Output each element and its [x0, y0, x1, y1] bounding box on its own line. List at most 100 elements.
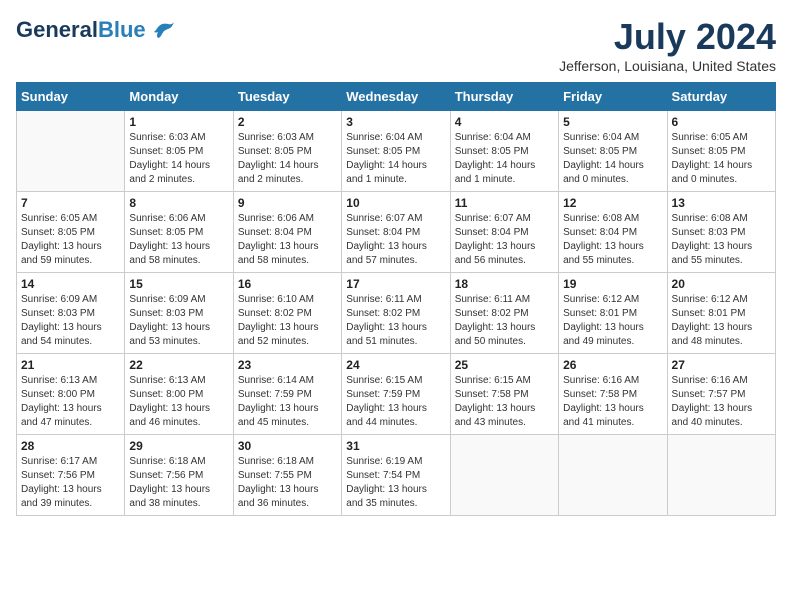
weekday-header-friday: Friday [559, 83, 667, 111]
day-number: 1 [129, 115, 228, 129]
day-cell: 2 Sunrise: 6:03 AM Sunset: 8:05 PM Daylig… [233, 111, 341, 192]
day-info: Sunrise: 6:09 AM Sunset: 8:03 PM Dayligh… [21, 293, 120, 349]
logo-blue: Blue [98, 17, 146, 42]
day-info: Sunrise: 6:03 AM Sunset: 8:05 PM Dayligh… [238, 131, 337, 187]
day-cell: 16Sunrise: 6:10 AM Sunset: 8:02 PM Dayli… [233, 273, 341, 354]
day-number: 7 [21, 196, 120, 210]
day-number: 29 [129, 439, 228, 453]
day-info: Sunrise: 6:11 AM Sunset: 8:02 PM Dayligh… [346, 293, 445, 349]
day-info: Sunrise: 6:16 AM Sunset: 7:58 PM Dayligh… [563, 374, 662, 430]
day-number: 2 [238, 115, 337, 129]
day-number: 30 [238, 439, 337, 453]
logo-general: General [16, 17, 98, 42]
day-info: Sunrise: 6:04 AM Sunset: 8:05 PM Dayligh… [563, 131, 662, 187]
week-row-3: 14 Sunrise: 6:09 AM Sunset: 8:03 PM Dayli… [17, 273, 776, 354]
day-cell: 9Sunrise: 6:06 AM Sunset: 8:04 PM Daylig… [233, 192, 341, 273]
day-info: Sunrise: 6:15 AM Sunset: 7:58 PM Dayligh… [455, 374, 554, 430]
weekday-header-tuesday: Tuesday [233, 83, 341, 111]
day-cell: 14 Sunrise: 6:09 AM Sunset: 8:03 PM Dayli… [17, 273, 125, 354]
logo: GeneralBlue [16, 16, 178, 44]
day-info: Sunrise: 6:13 AM Sunset: 8:00 PM Dayligh… [21, 374, 120, 430]
day-cell: 7 Sunrise: 6:05 AM Sunset: 8:05 PM Daylig… [17, 192, 125, 273]
day-info: Sunrise: 6:06 AM Sunset: 8:04 PM Dayligh… [238, 212, 337, 268]
day-cell: 21 Sunrise: 6:13 AM Sunset: 8:00 PM Dayli… [17, 354, 125, 435]
day-cell [559, 435, 667, 516]
day-cell: 28Sunrise: 6:17 AM Sunset: 7:56 PM Dayli… [17, 435, 125, 516]
day-cell: 11Sunrise: 6:07 AM Sunset: 8:04 PM Dayli… [450, 192, 558, 273]
day-info: Sunrise: 6:18 AM Sunset: 7:55 PM Dayligh… [238, 455, 337, 511]
day-cell: 5 Sunrise: 6:04 AM Sunset: 8:05 PM Daylig… [559, 111, 667, 192]
day-number: 11 [455, 196, 554, 210]
day-number: 13 [672, 196, 771, 210]
day-cell: 31 Sunrise: 6:19 AM Sunset: 7:54 PM Dayli… [342, 435, 450, 516]
week-row-4: 21 Sunrise: 6:13 AM Sunset: 8:00 PM Dayli… [17, 354, 776, 435]
day-info: Sunrise: 6:18 AM Sunset: 7:56 PM Dayligh… [129, 455, 228, 511]
day-cell: 4 Sunrise: 6:04 AM Sunset: 8:05 PM Daylig… [450, 111, 558, 192]
day-number: 25 [455, 358, 554, 372]
calendar-table: SundayMondayTuesdayWednesdayThursdayFrid… [16, 82, 776, 516]
day-number: 24 [346, 358, 445, 372]
day-number: 14 [21, 277, 120, 291]
day-info: Sunrise: 6:05 AM Sunset: 8:05 PM Dayligh… [672, 131, 771, 187]
day-info: Sunrise: 6:12 AM Sunset: 8:01 PM Dayligh… [563, 293, 662, 349]
day-cell: 8 Sunrise: 6:06 AM Sunset: 8:05 PM Daylig… [125, 192, 233, 273]
day-number: 5 [563, 115, 662, 129]
title-area: July 2024 Jefferson, Louisiana, United S… [559, 16, 776, 74]
week-row-1: 1 Sunrise: 6:03 AM Sunset: 8:05 PM Daylig… [17, 111, 776, 192]
location-subtitle: Jefferson, Louisiana, United States [559, 58, 776, 74]
page-header: GeneralBlue July 2024 Jefferson, Louisia… [16, 16, 776, 74]
day-number: 20 [672, 277, 771, 291]
weekday-header-monday: Monday [125, 83, 233, 111]
day-info: Sunrise: 6:12 AM Sunset: 8:01 PM Dayligh… [672, 293, 771, 349]
day-number: 3 [346, 115, 445, 129]
day-number: 4 [455, 115, 554, 129]
day-cell: 23Sunrise: 6:14 AM Sunset: 7:59 PM Dayli… [233, 354, 341, 435]
day-number: 31 [346, 439, 445, 453]
day-cell: 13 Sunrise: 6:08 AM Sunset: 8:03 PM Dayli… [667, 192, 775, 273]
day-info: Sunrise: 6:11 AM Sunset: 8:02 PM Dayligh… [455, 293, 554, 349]
weekday-header-saturday: Saturday [667, 83, 775, 111]
day-cell: 24Sunrise: 6:15 AM Sunset: 7:59 PM Dayli… [342, 354, 450, 435]
weekday-header-thursday: Thursday [450, 83, 558, 111]
day-number: 27 [672, 358, 771, 372]
day-cell: 17 Sunrise: 6:11 AM Sunset: 8:02 PM Dayli… [342, 273, 450, 354]
weekday-header-sunday: Sunday [17, 83, 125, 111]
day-number: 17 [346, 277, 445, 291]
day-info: Sunrise: 6:14 AM Sunset: 7:59 PM Dayligh… [238, 374, 337, 430]
day-cell: 26 Sunrise: 6:16 AM Sunset: 7:58 PM Dayli… [559, 354, 667, 435]
day-number: 6 [672, 115, 771, 129]
day-number: 16 [238, 277, 337, 291]
day-number: 26 [563, 358, 662, 372]
day-number: 8 [129, 196, 228, 210]
day-info: Sunrise: 6:04 AM Sunset: 8:05 PM Dayligh… [455, 131, 554, 187]
month-title: July 2024 [559, 16, 776, 58]
day-cell: 19 Sunrise: 6:12 AM Sunset: 8:01 PM Dayli… [559, 273, 667, 354]
day-info: Sunrise: 6:08 AM Sunset: 8:03 PM Dayligh… [672, 212, 771, 268]
day-cell: 6 Sunrise: 6:05 AM Sunset: 8:05 PM Daylig… [667, 111, 775, 192]
day-cell: 3 Sunrise: 6:04 AM Sunset: 8:05 PM Daylig… [342, 111, 450, 192]
day-number: 15 [129, 277, 228, 291]
day-info: Sunrise: 6:06 AM Sunset: 8:05 PM Dayligh… [129, 212, 228, 268]
day-info: Sunrise: 6:17 AM Sunset: 7:56 PM Dayligh… [21, 455, 120, 511]
day-info: Sunrise: 6:03 AM Sunset: 8:05 PM Dayligh… [129, 131, 228, 187]
day-info: Sunrise: 6:07 AM Sunset: 8:04 PM Dayligh… [346, 212, 445, 268]
day-number: 22 [129, 358, 228, 372]
day-cell: 1 Sunrise: 6:03 AM Sunset: 8:05 PM Daylig… [125, 111, 233, 192]
day-info: Sunrise: 6:04 AM Sunset: 8:05 PM Dayligh… [346, 131, 445, 187]
day-cell: 10Sunrise: 6:07 AM Sunset: 8:04 PM Dayli… [342, 192, 450, 273]
day-info: Sunrise: 6:16 AM Sunset: 7:57 PM Dayligh… [672, 374, 771, 430]
day-info: Sunrise: 6:13 AM Sunset: 8:00 PM Dayligh… [129, 374, 228, 430]
day-cell: 29 Sunrise: 6:18 AM Sunset: 7:56 PM Dayli… [125, 435, 233, 516]
day-number: 19 [563, 277, 662, 291]
week-row-5: 28Sunrise: 6:17 AM Sunset: 7:56 PM Dayli… [17, 435, 776, 516]
day-cell [667, 435, 775, 516]
day-info: Sunrise: 6:05 AM Sunset: 8:05 PM Dayligh… [21, 212, 120, 268]
day-info: Sunrise: 6:19 AM Sunset: 7:54 PM Dayligh… [346, 455, 445, 511]
logo-bird-icon [150, 16, 178, 44]
day-number: 21 [21, 358, 120, 372]
day-cell [17, 111, 125, 192]
day-info: Sunrise: 6:08 AM Sunset: 8:04 PM Dayligh… [563, 212, 662, 268]
day-cell: 30 Sunrise: 6:18 AM Sunset: 7:55 PM Dayli… [233, 435, 341, 516]
day-cell: 27 Sunrise: 6:16 AM Sunset: 7:57 PM Dayli… [667, 354, 775, 435]
day-cell [450, 435, 558, 516]
